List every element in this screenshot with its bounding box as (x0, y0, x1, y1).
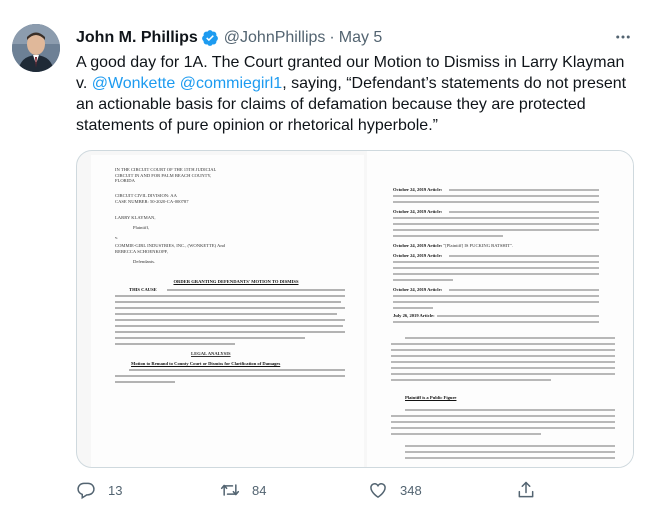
mention-wonkette[interactable]: @Wonkette (92, 75, 176, 92)
avatar[interactable] (12, 24, 60, 72)
section-two-heading: Plaintiff is a Public Figure (405, 395, 457, 400)
document-page-right: October 24, 2019 Article: October 24, 20… (367, 151, 633, 467)
like-button[interactable]: 348 (368, 476, 422, 504)
article-6-lead-text: July 26, 2019 Article: (393, 313, 435, 318)
tweet-header: John M. Phillips @JohnPhillips · May 5 (76, 27, 382, 49)
article-3: October 24, 2019 Article: "[Plaintiff] I… (393, 243, 603, 249)
legal-analysis-heading: LEGAL ANALYSIS (191, 351, 231, 356)
retweet-button[interactable]: 84 (220, 476, 266, 504)
article-6-lead: July 26, 2019 Article: (393, 313, 443, 319)
defendant-names: COMMIE-GIRL INDUSTRIES, INC., (WONKETTE)… (115, 243, 225, 254)
retweet-count: 84 (252, 482, 267, 498)
verified-badge-icon (201, 29, 219, 47)
body-text-lines-2 (115, 369, 345, 383)
tweet-card[interactable]: John M. Phillips @JohnPhillips · May 5 A… (0, 0, 658, 523)
case-division: CIRCUIT CIVIL DIVISION: AA (115, 193, 177, 198)
article-4-lead: October 24, 2019 Article: (393, 253, 453, 259)
article-5-lead: October 24, 2019 Article: (393, 287, 453, 293)
plaintiff-name: LARRY KLAYMAN, (115, 215, 156, 220)
right-page-text-lines (391, 189, 615, 459)
plaintiff-role: Plaintiff, (133, 225, 150, 230)
separator-dot: · (329, 29, 335, 46)
more-dots-icon[interactable] (612, 26, 634, 48)
mention-commiegirl1[interactable]: @commiegirl1 (180, 75, 282, 92)
article-2-lead: October 24, 2019 Article: (393, 209, 453, 215)
avatar-image (12, 24, 60, 72)
tweet-text: A good day for 1A. The Court granted our… (76, 52, 636, 136)
section-one-heading: Motion to Remand to County Court or Dism… (131, 361, 281, 366)
author-name[interactable]: John M. Phillips (76, 29, 198, 47)
heart-icon (370, 482, 386, 498)
article-2-lead-text: October 24, 2019 Article: (393, 209, 443, 214)
court-header: IN THE CIRCUIT COURT OF THE 15TH JUDICIA… (115, 167, 217, 184)
reply-bubble-icon (77, 482, 95, 500)
share-upload-icon (518, 481, 534, 498)
reply-button[interactable]: 13 (76, 476, 122, 504)
article-3-text: "[Plaintiff] IS FUCKING BATSHIT". (443, 243, 514, 248)
tweet-actions-bar: 13 84 348 (76, 476, 636, 504)
defendant-role: Defendants. (133, 259, 156, 264)
case-number: CASE NUMBER: 50-2020-CA-000787 (115, 199, 189, 204)
article-4-lead-text: October 24, 2019 Article: (393, 253, 443, 258)
article-3-lead-text: October 24, 2019 Article: (393, 243, 443, 248)
article-5-lead-text: October 24, 2019 Article: (393, 287, 443, 292)
document-page-left: IN THE CIRCUIT COURT OF THE 15TH JUDICIA… (91, 155, 364, 467)
tweet-date[interactable]: May 5 (339, 29, 383, 47)
order-title: ORDER GRANTING DEFENDANTS' MOTION TO DIS… (173, 279, 299, 284)
versus: v. (115, 235, 119, 240)
attached-document-image[interactable]: IN THE CIRCUIT COURT OF THE 15TH JUDICIA… (76, 150, 634, 468)
article-1-lead-text: October 24, 2019 Article: (393, 187, 443, 192)
article-1-lead: October 24, 2019 Article: (393, 187, 453, 193)
author-handle[interactable]: @JohnPhillips (224, 29, 326, 47)
like-count: 348 (400, 482, 422, 498)
share-button[interactable] (516, 476, 548, 504)
reply-count: 13 (108, 482, 123, 498)
retweet-arrows-icon (220, 484, 240, 496)
